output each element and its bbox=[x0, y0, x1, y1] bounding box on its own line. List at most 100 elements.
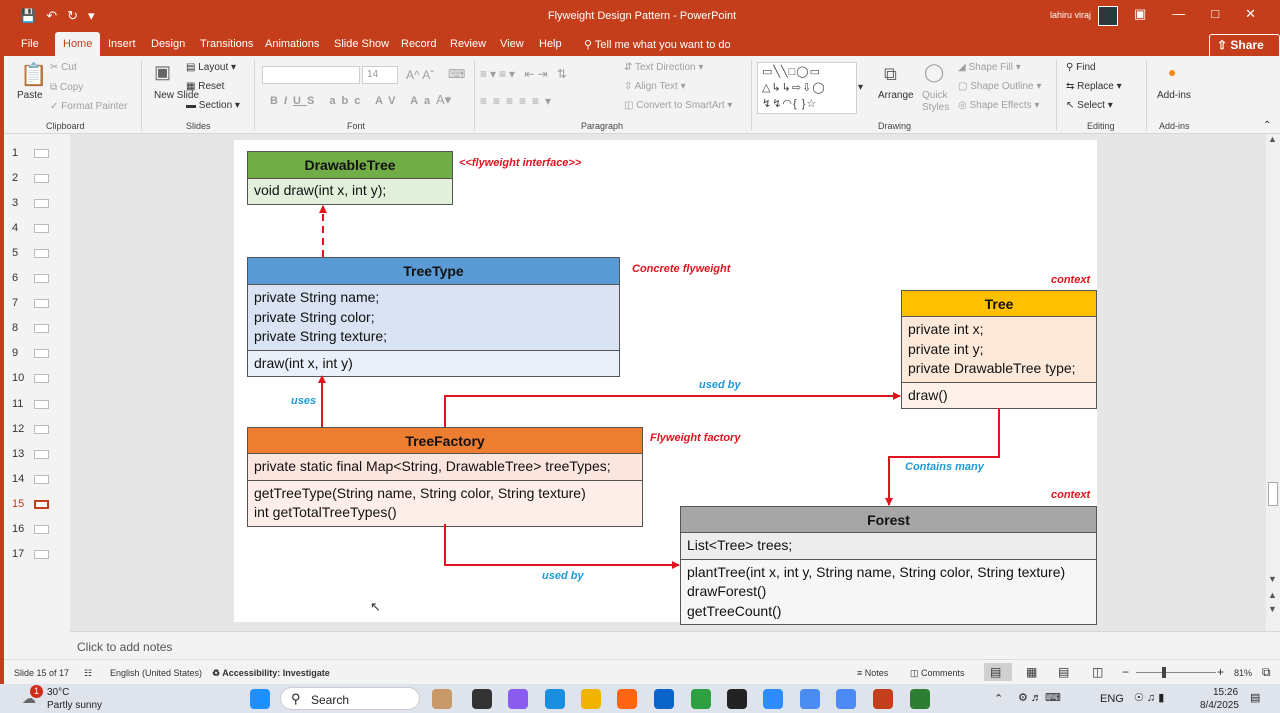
font-size-box[interactable]: 14 bbox=[362, 66, 398, 84]
slide-thumbnail[interactable]: 2 bbox=[4, 169, 70, 189]
previous-slide-icon[interactable]: ▲ bbox=[1268, 590, 1277, 600]
slide-thumbnail[interactable]: 13 bbox=[4, 445, 70, 465]
shapes-gallery[interactable]: ▭╲╲□◯▭ △↳↳⇨⇩◯ ↯↯◠{ }☆ bbox=[757, 62, 857, 114]
tab-insert[interactable]: Insert bbox=[108, 38, 136, 50]
new-slide-icon[interactable]: ▣ bbox=[154, 62, 171, 83]
slide-thumbnail[interactable]: 4 bbox=[4, 219, 70, 239]
notification-icon[interactable]: ▤ bbox=[1250, 691, 1260, 704]
accessibility-status[interactable]: ♻ Accessibility: Investigate bbox=[212, 668, 330, 679]
copy-button[interactable]: ⧉ Copy bbox=[50, 82, 83, 93]
shapes-more-icon[interactable]: ▾ bbox=[858, 82, 863, 93]
bullets-icon[interactable]: ≡▾≡▾ ⇤⇥ ⇅ bbox=[480, 67, 570, 81]
cut-button[interactable]: ✂ Cut bbox=[50, 62, 77, 73]
powerpoint-taskbar-icon[interactable] bbox=[873, 689, 893, 709]
clock-time[interactable]: 15:26 bbox=[1213, 687, 1238, 698]
treefactory-class[interactable]: TreeFactory private static final Map<Str… bbox=[247, 427, 643, 527]
slide-thumbnail[interactable]: 9 bbox=[4, 344, 70, 364]
replace-button[interactable]: ⇆ Replace ▾ bbox=[1066, 81, 1122, 92]
spellcheck-icon[interactable]: ☷ bbox=[84, 668, 92, 679]
treetype-class[interactable]: TreeType private String name; private St… bbox=[247, 257, 620, 377]
slide-thumbnail[interactable]: 17 bbox=[4, 545, 70, 565]
tab-help[interactable]: Help bbox=[539, 38, 562, 50]
scroll-up-icon[interactable]: ▲ bbox=[1268, 134, 1277, 144]
chrome-icon[interactable] bbox=[691, 689, 711, 709]
slide-thumbnail[interactable]: 7 bbox=[4, 294, 70, 314]
scrollbar-thumb[interactable] bbox=[1268, 482, 1278, 506]
clear-format-icon[interactable]: ⌨ bbox=[448, 67, 465, 81]
tab-animations[interactable]: Animations bbox=[265, 38, 319, 50]
tab-record[interactable]: Record bbox=[401, 38, 436, 50]
user-name[interactable]: lahiru viraj bbox=[1050, 10, 1091, 20]
slide-thumbnail[interactable]: 16 bbox=[4, 520, 70, 540]
font-style-buttons[interactable]: BIUS abc AV Aa bbox=[270, 95, 436, 107]
input-language[interactable]: ENG bbox=[1100, 693, 1124, 705]
wifi-volume-battery-icon[interactable]: ☉ ♫ ▮ bbox=[1134, 691, 1164, 704]
grow-font-icon[interactable]: A^ Aˇ bbox=[406, 68, 434, 82]
font-name-box[interactable] bbox=[262, 66, 360, 84]
collapse-ribbon-icon[interactable]: ⌃ bbox=[1263, 120, 1271, 131]
shape-effects-button[interactable]: ◎ Shape Effects ▾ bbox=[958, 100, 1039, 111]
arrange-icon[interactable]: ⧉ bbox=[884, 64, 897, 85]
task-view-icon[interactable] bbox=[472, 689, 492, 709]
tab-transitions[interactable]: Transitions bbox=[200, 38, 253, 50]
tray-icons[interactable]: ⚙ ♬ ⌨ bbox=[1018, 691, 1061, 704]
paste-icon[interactable]: 📋 bbox=[20, 62, 47, 88]
slide-thumbnail[interactable]: 12 bbox=[4, 420, 70, 440]
zoom-slider-thumb[interactable] bbox=[1162, 667, 1166, 678]
drawabletree-class[interactable]: DrawableTree void draw(int x, int y); bbox=[247, 151, 453, 205]
ribbon-display-icon[interactable]: ▣ bbox=[1134, 6, 1146, 22]
minimize-icon[interactable]: — bbox=[1172, 6, 1185, 22]
tab-review[interactable]: Review bbox=[450, 38, 486, 50]
taskbar-search-box[interactable]: ⚲ Search bbox=[280, 687, 420, 710]
shape-outline-button[interactable]: ▢ Shape Outline ▾ bbox=[958, 81, 1041, 92]
reset-button[interactable]: ▦ Reset bbox=[186, 81, 224, 92]
notes-app-icon[interactable] bbox=[910, 689, 930, 709]
tab-file[interactable]: File bbox=[21, 38, 39, 50]
select-button[interactable]: ↖ Select ▾ bbox=[1066, 100, 1113, 111]
language-status[interactable]: English (United States) bbox=[110, 668, 202, 678]
section-button[interactable]: ▬ Section ▾ bbox=[186, 100, 240, 111]
addins-button[interactable]: Add-ins bbox=[1157, 90, 1191, 101]
weather-desc[interactable]: Partly sunny bbox=[47, 700, 102, 711]
align-text-button[interactable]: ⇳ Align Text ▾ bbox=[624, 81, 686, 92]
weather-temp[interactable]: 30°C bbox=[47, 687, 69, 698]
arrange-button[interactable]: Arrange bbox=[878, 90, 914, 101]
slide-thumbnail[interactable]: 14 bbox=[4, 470, 70, 490]
tab-design[interactable]: Design bbox=[151, 38, 185, 50]
notes-button[interactable]: ≡ Notes bbox=[857, 668, 888, 678]
file-explorer-icon[interactable] bbox=[581, 689, 601, 709]
avatar[interactable] bbox=[1098, 6, 1118, 26]
slide-thumbnail[interactable]: 1 bbox=[4, 144, 70, 164]
slide-thumbnail[interactable]: 10 bbox=[4, 369, 70, 389]
tab-home[interactable]: Home bbox=[55, 32, 101, 57]
text-direction-button[interactable]: ⇵ Text Direction ▾ bbox=[624, 62, 703, 73]
slide-thumbnail[interactable]: 8 bbox=[4, 319, 70, 339]
alignment-icons[interactable]: ≡≡≡≡≡▾ bbox=[480, 94, 557, 108]
zoom-slider[interactable] bbox=[1136, 672, 1216, 673]
slide-sorter-icon[interactable]: ▦ bbox=[1026, 665, 1037, 679]
fit-slide-icon[interactable]: ⧉ bbox=[1262, 665, 1271, 680]
terminal-icon[interactable] bbox=[727, 689, 747, 709]
format-painter-button[interactable]: ✓ Format Painter bbox=[50, 101, 127, 112]
chrome-alt-icon[interactable] bbox=[800, 689, 820, 709]
tree-class[interactable]: Tree private int x; private int y; priva… bbox=[901, 290, 1097, 409]
slide-thumbnail-active[interactable]: 15 bbox=[4, 495, 70, 515]
edge-icon[interactable] bbox=[545, 689, 565, 709]
windows-start-icon[interactable] bbox=[250, 689, 270, 709]
smartart-button[interactable]: ◫ Convert to SmartArt ▾ bbox=[624, 100, 732, 111]
show-hidden-icons[interactable]: ⌃ bbox=[994, 692, 1003, 705]
tab-view[interactable]: View bbox=[500, 38, 524, 50]
find-button[interactable]: ⚲ Find bbox=[1066, 62, 1096, 73]
quick-styles-button[interactable]: Quick Styles bbox=[922, 90, 958, 114]
quick-styles-icon[interactable]: ◯ bbox=[924, 62, 944, 83]
clock-date[interactable]: 8/4/2025 bbox=[1200, 700, 1239, 711]
slide-thumbnail[interactable]: 6 bbox=[4, 269, 70, 289]
search-highlight-icon[interactable] bbox=[432, 689, 452, 709]
maximize-icon[interactable]: □ bbox=[1211, 6, 1219, 22]
shape-fill-button[interactable]: ◢ Shape Fill ▾ bbox=[958, 62, 1021, 73]
close-icon[interactable]: ✕ bbox=[1245, 6, 1256, 22]
next-slide-icon[interactable]: ▼ bbox=[1268, 604, 1277, 614]
tab-slide-show[interactable]: Slide Show bbox=[334, 38, 389, 50]
zoom-in-icon[interactable]: + bbox=[1217, 665, 1224, 679]
firefox-icon[interactable] bbox=[617, 689, 637, 709]
